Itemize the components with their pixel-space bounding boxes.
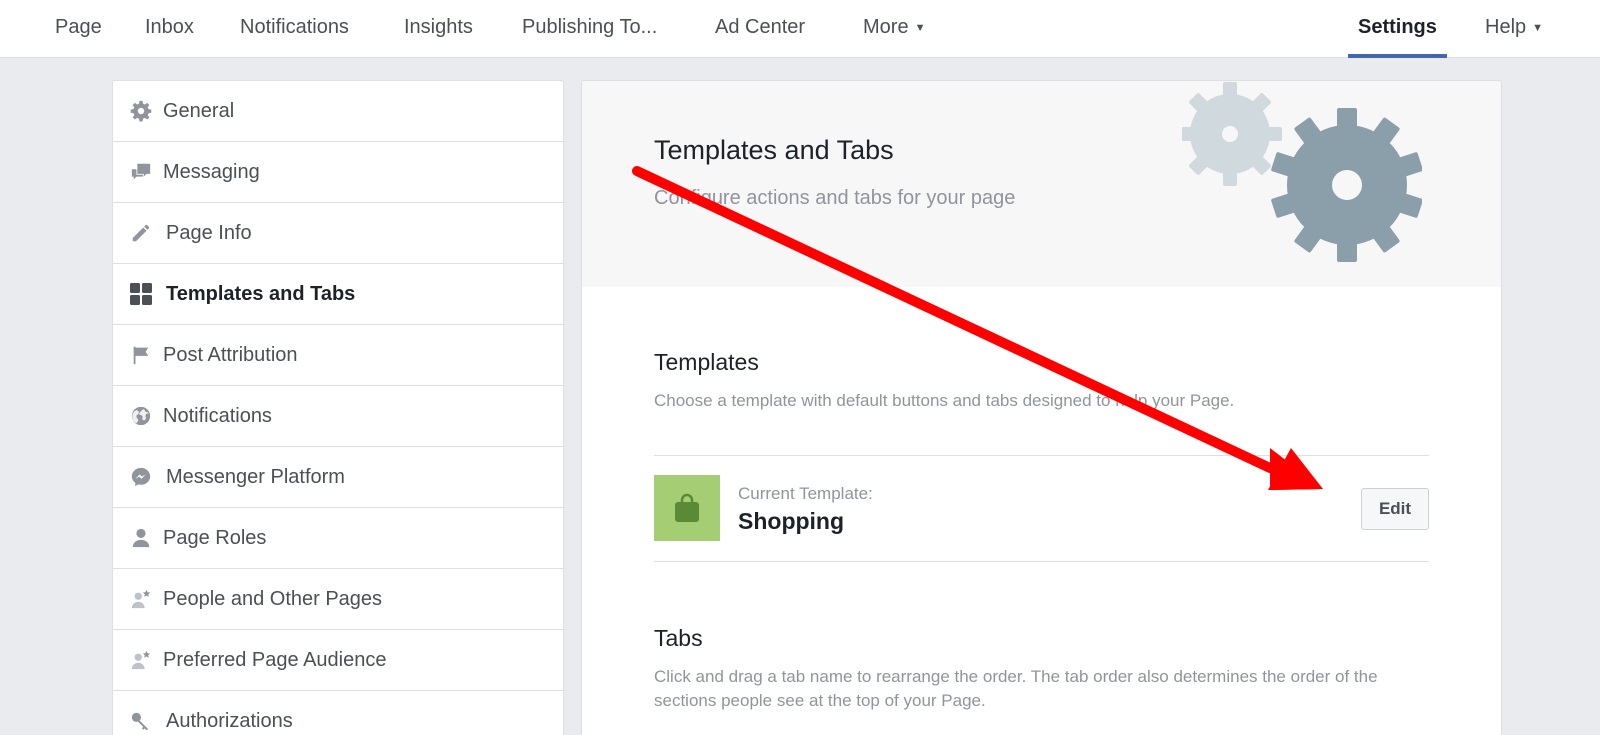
sidebar-item-label: Templates and Tabs <box>166 283 356 305</box>
sidebar-item-preferred-page-audience[interactable]: Preferred Page Audience <box>113 630 563 691</box>
nav-label: Help <box>1485 16 1527 38</box>
nav-label: Publishing To... <box>522 16 658 38</box>
nav-ad-center[interactable]: Ad Center <box>715 0 805 58</box>
sidebar-item-people-and-other-pages[interactable]: People and Other Pages <box>113 569 563 630</box>
sidebar-item-label: People and Other Pages <box>163 588 383 610</box>
nav-label: Inbox <box>145 16 194 38</box>
page-title: Templates and Tabs <box>654 135 894 165</box>
sidebar-item-messenger-platform[interactable]: Messenger Platform <box>113 447 563 508</box>
sidebar-item-label: Messaging <box>163 161 260 183</box>
sidebar-item-page-roles[interactable]: Page Roles <box>113 508 563 569</box>
nav-label: Settings <box>1358 16 1437 38</box>
nav-publishing-tools[interactable]: Publishing To... <box>522 0 657 58</box>
gear-icon <box>129 99 153 123</box>
divider <box>654 455 1429 456</box>
caret-down-icon: ▼ <box>914 22 926 34</box>
tabs-heading: Tabs <box>654 625 703 651</box>
nav-label: Notifications <box>240 16 349 38</box>
sidebar-item-general[interactable]: General <box>113 81 563 142</box>
key-icon <box>129 709 153 733</box>
tabs-description: Click and drag a tab name to rearrange t… <box>654 667 1378 710</box>
current-template-label: Current Template: <box>738 484 873 503</box>
globe-icon <box>129 404 153 428</box>
nav-label: Insights <box>404 16 473 38</box>
nav-help[interactable]: Help ▼ <box>1485 0 1543 58</box>
caret-down-icon: ▼ <box>1532 22 1544 34</box>
page-subtitle: Configure actions and tabs for your page <box>654 187 1016 209</box>
sidebar-item-authorizations[interactable]: Authorizations <box>113 691 563 735</box>
hero-banner: Templates and Tabs Configure actions and… <box>582 81 1501 287</box>
nav-insights[interactable]: Insights <box>404 0 473 58</box>
person-star-icon <box>129 648 153 672</box>
sidebar-item-label: Messenger Platform <box>166 466 345 488</box>
gears-illustration-icon <box>1182 82 1422 262</box>
sidebar-item-page-info[interactable]: Page Info <box>113 203 563 264</box>
sidebar-item-label: Page Roles <box>163 527 267 549</box>
nav-label: More <box>863 16 909 38</box>
chat-bubbles-icon <box>129 160 153 184</box>
main-panel: Templates and Tabs Configure actions and… <box>581 80 1502 735</box>
person-icon <box>129 526 153 550</box>
sidebar-item-label: Post Attribution <box>163 344 298 366</box>
template-thumbnail <box>654 475 720 541</box>
nav-more[interactable]: More ▼ <box>863 0 925 58</box>
messenger-icon <box>129 465 153 489</box>
edit-template-button[interactable]: Edit <box>1361 488 1429 530</box>
nav-notifications[interactable]: Notifications <box>240 0 349 58</box>
sidebar-item-label: Page Info <box>166 222 252 244</box>
sidebar-item-label: General <box>163 100 235 122</box>
sidebar-item-templates-and-tabs[interactable]: Templates and Tabs <box>113 264 563 325</box>
nav-label: Page <box>55 16 102 38</box>
sidebar-item-messaging[interactable]: Messaging <box>113 142 563 203</box>
divider <box>654 561 1429 562</box>
sidebar-item-label: Notifications <box>163 405 272 427</box>
sidebar-item-notifications[interactable]: Notifications <box>113 386 563 447</box>
settings-sidebar: General Messaging Page Info Templates an… <box>112 80 564 735</box>
nav-settings[interactable]: Settings <box>1348 0 1447 58</box>
nav-inbox[interactable]: Inbox <box>145 0 194 58</box>
person-star-icon <box>129 587 153 611</box>
sidebar-item-label: Preferred Page Audience <box>163 649 387 671</box>
templates-description: Choose a template with default buttons a… <box>654 391 1235 410</box>
templates-heading: Templates <box>654 349 759 375</box>
nav-page[interactable]: Page <box>55 0 102 58</box>
top-navigation: Page Inbox Notifications Insights Publis… <box>0 0 1600 58</box>
grid-icon <box>129 282 153 306</box>
shopping-bag-icon <box>675 493 699 522</box>
sidebar-item-post-attribution[interactable]: Post Attribution <box>113 325 563 386</box>
current-template-name: Shopping <box>738 508 845 534</box>
nav-label: Ad Center <box>715 16 806 38</box>
pencil-icon <box>129 221 153 245</box>
sidebar-item-label: Authorizations <box>166 710 293 732</box>
flag-icon <box>129 343 153 367</box>
